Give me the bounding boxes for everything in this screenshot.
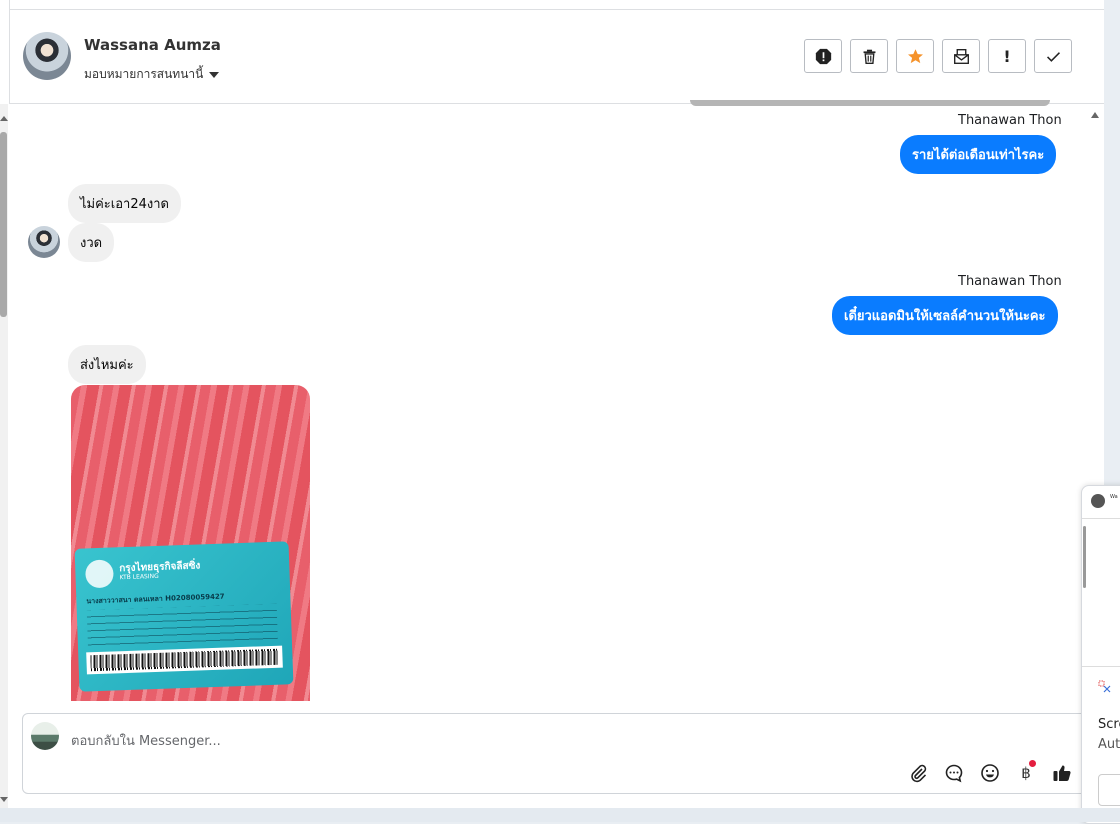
attach-button[interactable] bbox=[907, 762, 929, 784]
mini-contact-name: Wa bbox=[1110, 494, 1118, 500]
mini-scrollbar[interactable] bbox=[1083, 526, 1086, 588]
bottom-strip bbox=[0, 808, 1120, 822]
conversation-panel: Wassana Aumza มอบหมายการสนทนานี้ ! Thana… bbox=[0, 0, 1104, 808]
contact-avatar-small[interactable] bbox=[28, 226, 60, 258]
baht-icon: ฿ bbox=[1021, 764, 1031, 782]
done-icon bbox=[1046, 51, 1060, 62]
bank-logo-icon bbox=[84, 559, 114, 589]
side-preview-panel[interactable]: Wa Scre Aut bbox=[1081, 485, 1120, 824]
mini-divider bbox=[1082, 518, 1120, 519]
mark-unread-icon bbox=[953, 48, 969, 64]
delete-button[interactable] bbox=[850, 39, 888, 73]
scrollbar-thumb[interactable] bbox=[0, 132, 7, 317]
previous-image-edge bbox=[690, 100, 1050, 106]
mini-avatar bbox=[1091, 494, 1105, 508]
saved-reply-button[interactable] bbox=[943, 762, 965, 784]
saved-reply-icon bbox=[945, 764, 963, 783]
important-button[interactable]: ! bbox=[988, 39, 1026, 73]
incoming-message[interactable]: ไม่ค่ะเอา24งาด bbox=[68, 184, 181, 223]
like-icon bbox=[1053, 765, 1071, 781]
left-scrollbar[interactable] bbox=[0, 104, 8, 808]
notification-subtitle: Aut bbox=[1098, 737, 1120, 752]
important-icon: ! bbox=[1003, 46, 1011, 66]
outgoing-message[interactable]: เดี๋ยวแอดมินให้เซลล์คำนวนให้นะคะ bbox=[832, 296, 1058, 335]
leasing-card-image: กรุงไทยธุรกิจลีสซิ่ง KTB LEASING นางสาวว… bbox=[74, 541, 294, 692]
like-button[interactable] bbox=[1051, 762, 1073, 784]
sender-name: Thanawan Thon bbox=[958, 113, 1062, 128]
attach-icon bbox=[911, 764, 927, 783]
star-button[interactable] bbox=[896, 39, 934, 73]
snipping-tool-icon bbox=[1098, 680, 1111, 693]
panel-divider bbox=[1082, 666, 1120, 667]
caret-down-icon bbox=[209, 71, 220, 78]
scroll-up-arrow-icon[interactable] bbox=[1091, 112, 1099, 118]
payment-button[interactable]: ฿ bbox=[1015, 760, 1037, 784]
contact-name[interactable]: Wassana Aumza bbox=[84, 36, 221, 54]
conversation-header: Wassana Aumza มอบหมายการสนทนานี้ ! bbox=[10, 10, 1104, 104]
scroll-up-arrow-icon[interactable] bbox=[0, 116, 8, 121]
incoming-photo-attachment[interactable]: กรุงไทยธุรกิจลีสซิ่ง KTB LEASING นางสาวว… bbox=[71, 385, 310, 701]
sender-name: Thanawan Thon bbox=[958, 274, 1062, 289]
card-holder-line: นางสาววาสนา ดลนเหลา H02080059427 bbox=[86, 592, 225, 606]
spam-button[interactable] bbox=[804, 39, 842, 73]
reply-composer: ตอบกลับใน Messenger... ฿ bbox=[22, 713, 1094, 794]
header-actions: ! bbox=[804, 39, 1072, 73]
notification-dot bbox=[1029, 760, 1036, 767]
scroll-down-arrow-icon[interactable] bbox=[0, 797, 8, 802]
contact-avatar[interactable] bbox=[23, 32, 71, 80]
mark-unread-button[interactable] bbox=[942, 39, 980, 73]
incoming-message[interactable]: ส่งไหมค่ะ bbox=[68, 345, 146, 384]
page-avatar bbox=[31, 722, 59, 750]
assign-conversation-dropdown[interactable]: มอบหมายการสนทนานี้ bbox=[84, 65, 220, 84]
notification-title: Scre bbox=[1098, 717, 1120, 732]
outgoing-message[interactable]: รายได้ต่อเดือนเท่าไรคะ bbox=[900, 135, 1057, 174]
star-icon bbox=[907, 48, 923, 63]
card-barcode bbox=[86, 645, 283, 675]
trash-icon bbox=[863, 49, 875, 64]
emoji-button[interactable] bbox=[979, 762, 1001, 784]
notification-action-button[interactable] bbox=[1098, 774, 1120, 806]
reply-input[interactable]: ตอบกลับใน Messenger... bbox=[71, 730, 221, 751]
done-button[interactable] bbox=[1034, 39, 1072, 73]
card-bank-subtitle: KTB LEASING bbox=[119, 572, 159, 582]
card-detail-lines bbox=[86, 603, 278, 647]
incoming-message[interactable]: งวด bbox=[68, 223, 115, 262]
spam-icon bbox=[815, 48, 831, 64]
assign-label: มอบหมายการสนทนานี้ bbox=[84, 67, 204, 81]
composer-tools: ฿ bbox=[907, 760, 1073, 784]
emoji-icon bbox=[981, 764, 999, 782]
